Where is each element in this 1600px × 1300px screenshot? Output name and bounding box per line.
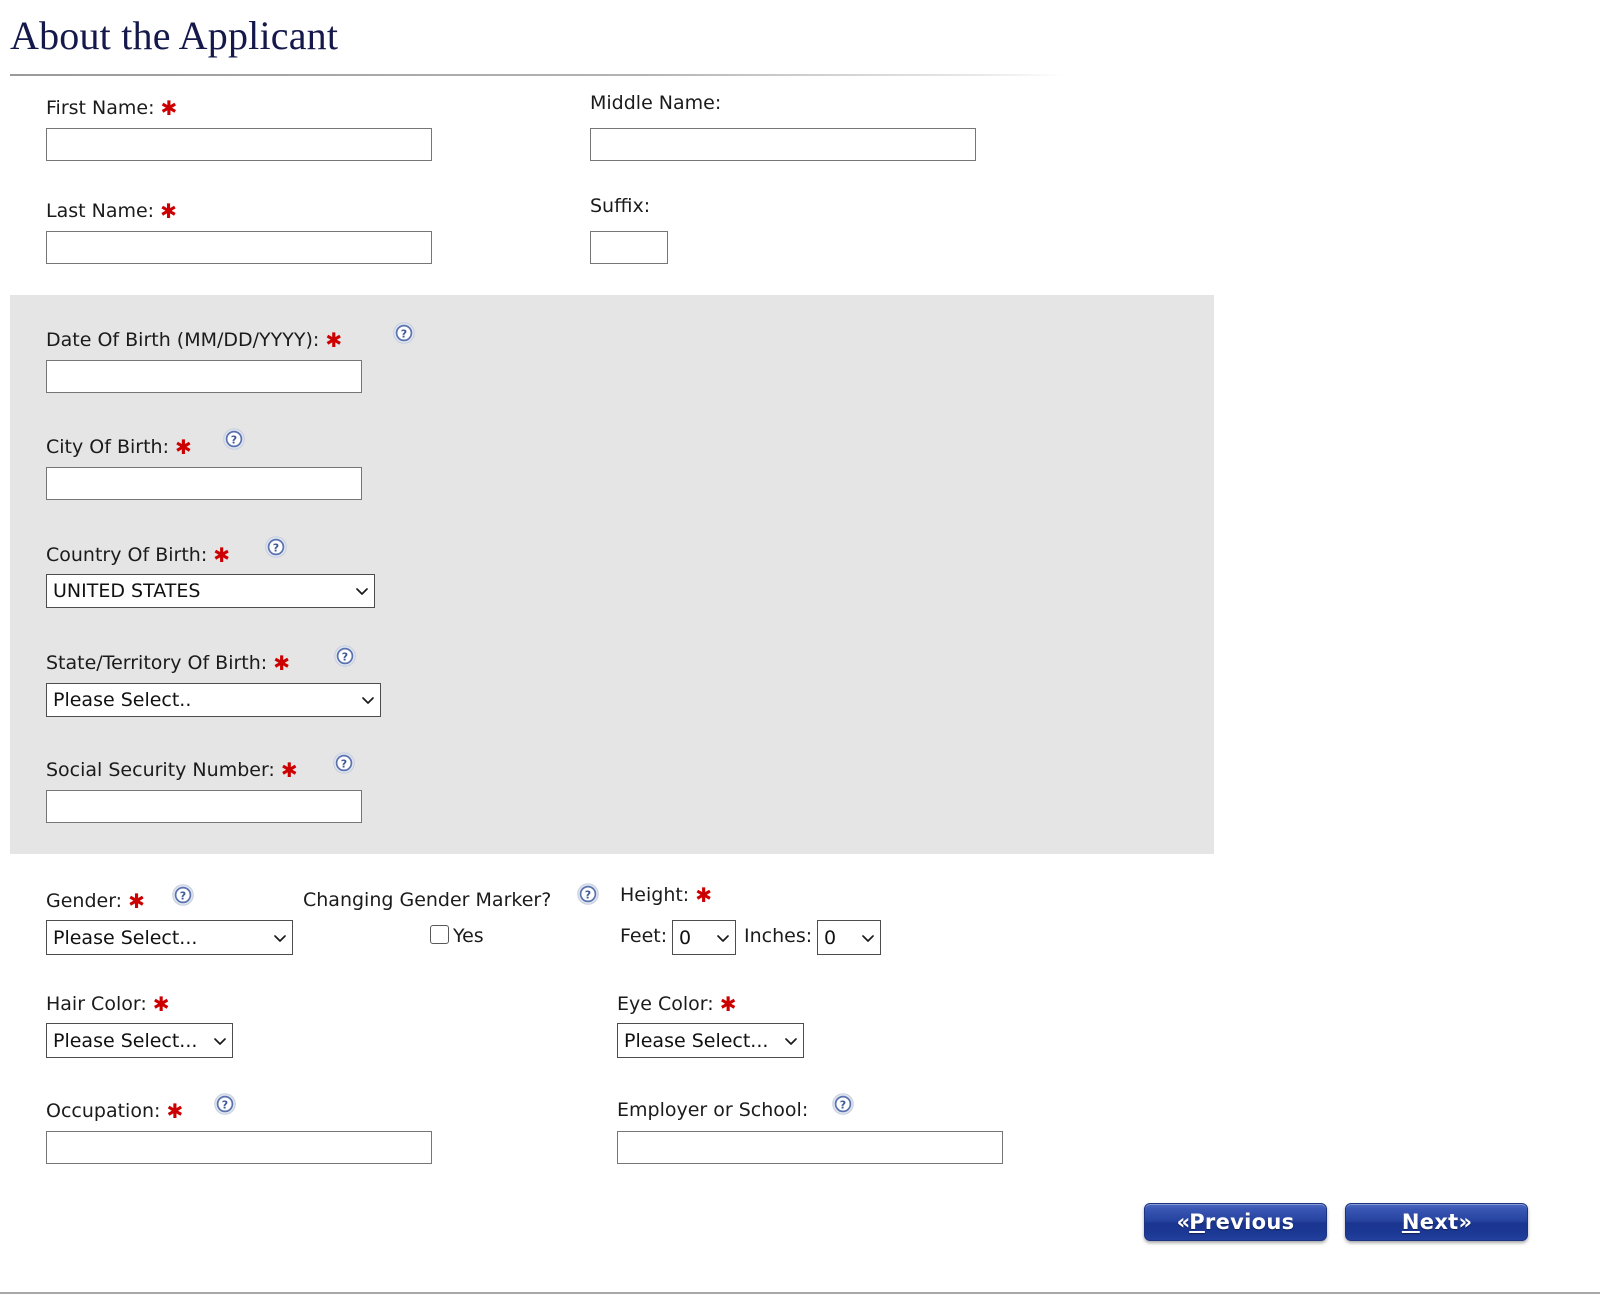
last-name-input[interactable] [46,231,432,264]
height-feet-label: Feet: [620,925,668,947]
employer-or-school-input[interactable] [617,1131,1003,1164]
help-question-icon[interactable]: ? [334,645,356,667]
svg-text:?: ? [341,757,347,770]
height-inches-value: 0 [824,926,837,949]
required-asterisk: ✱ [695,883,713,907]
previous-button[interactable]: « P revious [1144,1203,1327,1241]
help-question-icon[interactable]: ? [393,322,415,344]
height-inches-select[interactable]: 0 [817,920,881,955]
height-feet-select[interactable]: 0 [672,920,736,955]
required-asterisk: ✱ [213,543,231,567]
first-name-label: First Name: ✱ [46,96,178,120]
help-question-icon[interactable]: ? [172,884,194,906]
chevron-down-icon [715,930,731,946]
svg-text:?: ? [840,1098,846,1111]
height-inches-label: Inches: [744,925,813,947]
height-feet-value: 0 [679,926,692,949]
changing-gender-marker-checkbox[interactable] [430,925,449,944]
next-accesskey: N [1401,1210,1420,1234]
state-of-birth-value: Please Select.. [53,689,192,711]
chevron-down-icon [860,930,876,946]
suffix-input[interactable] [590,231,668,264]
next-button[interactable]: N ext » [1345,1203,1528,1241]
changing-gender-marker-checkbox-label: Yes [453,925,484,947]
required-asterisk: ✱ [719,992,737,1016]
middle-name-input[interactable] [590,128,976,161]
help-question-icon[interactable]: ? [223,428,245,450]
previous-chevrons: « [1176,1210,1191,1234]
gender-select[interactable]: Please Select... [46,920,293,955]
chevron-down-icon [354,583,370,599]
employer-or-school-label: Employer or School: [617,1099,809,1121]
next-label-rest: ext [1419,1210,1459,1234]
required-asterisk: ✱ [280,758,298,782]
date-of-birth-input[interactable] [46,360,362,393]
eye-color-select[interactable]: Please Select... [617,1023,804,1058]
country-of-birth-value: UNITED STATES [53,580,201,602]
middle-name-label: Middle Name: [590,92,722,114]
state-of-birth-select[interactable]: Please Select.. [46,683,381,717]
chevron-down-icon [212,1033,228,1049]
help-question-icon[interactable]: ? [832,1093,854,1115]
chevron-down-icon [360,692,376,708]
next-chevrons: » [1458,1210,1473,1234]
hair-color-select[interactable]: Please Select... [46,1023,233,1058]
country-of-birth-select[interactable]: UNITED STATES [46,574,375,608]
eye-color-label: Eye Color: ✱ [617,992,737,1016]
required-asterisk: ✱ [273,651,291,675]
chevron-down-icon [272,930,288,946]
country-of-birth-label: Country Of Birth: ✱ [46,543,231,567]
svg-text:?: ? [222,1098,228,1111]
svg-text:?: ? [401,327,407,340]
help-question-icon[interactable]: ? [577,883,599,905]
required-asterisk: ✱ [128,889,145,913]
svg-text:?: ? [585,888,591,901]
gender-value: Please Select... [53,926,198,949]
social-security-number-label: Social Security Number: ✱ [46,758,298,782]
help-question-icon[interactable]: ? [265,536,287,558]
help-question-icon[interactable]: ? [214,1093,236,1115]
occupation-input[interactable] [46,1131,432,1164]
svg-text:?: ? [180,889,186,902]
hair-color-value: Please Select... [53,1029,198,1052]
first-name-input[interactable] [46,128,432,161]
eye-color-value: Please Select... [624,1029,769,1052]
svg-text:?: ? [231,433,237,446]
required-asterisk: ✱ [325,328,343,352]
title-divider [10,74,1066,76]
required-asterisk: ✱ [152,992,170,1016]
required-asterisk: ✱ [175,435,192,459]
date-of-birth-label: Date Of Birth (MM/DD/YYYY): ✱ [46,328,343,352]
svg-text:?: ? [342,650,348,663]
previous-accesskey: P [1189,1210,1205,1234]
social-security-number-input[interactable] [46,790,362,823]
help-question-icon[interactable]: ? [333,752,355,774]
page-title: About the Applicant [10,13,339,58]
previous-label-rest: revious [1204,1210,1295,1234]
hair-color-label: Hair Color: ✱ [46,992,170,1016]
height-label: Height: ✱ [620,883,713,907]
last-name-label: Last Name: ✱ [46,199,177,223]
city-of-birth-label: City Of Birth: ✱ [46,435,192,459]
svg-text:?: ? [273,541,279,554]
required-asterisk: ✱ [166,1099,184,1123]
required-asterisk: ✱ [160,96,178,120]
changing-gender-marker-label: Changing Gender Marker? [303,889,552,911]
gender-label: Gender: ✱ [46,889,145,913]
city-of-birth-input[interactable] [46,467,362,500]
chevron-down-icon [783,1033,799,1049]
footer-divider [0,1292,1600,1294]
state-of-birth-label: State/Territory Of Birth: ✱ [46,651,291,675]
suffix-label: Suffix: [590,195,651,217]
occupation-label: Occupation: ✱ [46,1099,184,1123]
required-asterisk: ✱ [160,199,177,223]
